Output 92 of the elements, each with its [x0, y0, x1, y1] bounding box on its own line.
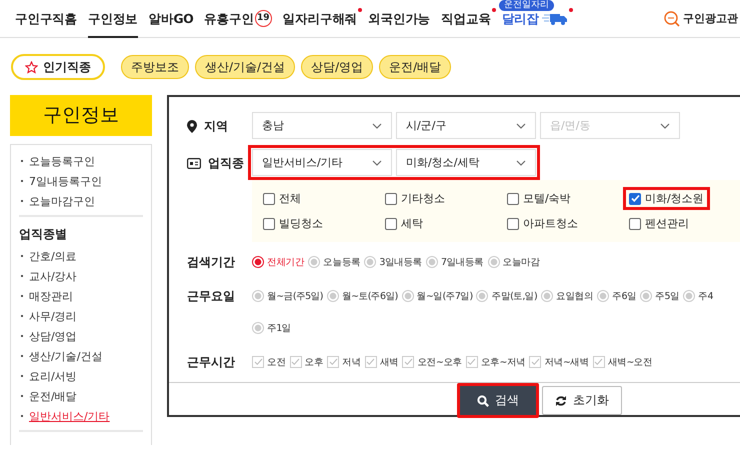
check-icon — [467, 358, 476, 366]
checkbox-option[interactable]: 오전~오후 — [402, 348, 462, 376]
check-icon — [291, 358, 300, 366]
nav-tab[interactable]: 일자리구해줘 — [282, 10, 358, 38]
sidebar-link[interactable]: 오늘마감구인 — [29, 194, 95, 208]
sidebar-link[interactable]: 상담/영업 — [29, 328, 77, 344]
checkbox-option[interactable]: 세탁 — [379, 212, 429, 235]
checkbox-option[interactable]: 오후 — [290, 348, 324, 376]
star-icon — [25, 60, 38, 74]
nav-tab[interactable]: 구인구직홈 — [15, 10, 78, 38]
radio-option[interactable]: 월~일(주7일) — [402, 282, 472, 310]
dropdown[interactable]: 일반서비스/기타 — [252, 149, 392, 176]
sidebar-title: 구인정보 — [10, 95, 152, 136]
search-icon — [477, 394, 489, 406]
ad-manage-link[interactable]: 구인광고관 — [683, 11, 738, 26]
refresh-icon — [555, 394, 567, 406]
sidebar-link[interactable]: 일반서비스/기타 — [29, 408, 110, 424]
checkbox-option[interactable]: 모텔/숙박 — [501, 187, 577, 210]
checkbox-option[interactable]: 전체 — [257, 187, 307, 210]
checkbox-option[interactable]: 오후~저녁 — [466, 348, 526, 376]
search-button[interactable]: 검색 — [457, 383, 539, 418]
checkbox-option[interactable]: 새벽~오전 — [592, 348, 652, 376]
radio-option[interactable]: 요일협의 — [541, 282, 594, 310]
radio-option[interactable]: 전체기간 — [252, 248, 304, 276]
check-icon — [366, 358, 376, 366]
check-icon — [594, 358, 604, 366]
radio-option[interactable]: 7일내등록 — [426, 248, 484, 276]
checkbox-option[interactable]: 미화/청소원 — [623, 187, 710, 210]
sidebar-link[interactable]: 매장관리 — [29, 288, 73, 304]
radio-option[interactable]: 주5일 — [640, 282, 680, 310]
check-icon — [630, 194, 640, 203]
promo-tag: 운전일자리 — [498, 0, 554, 10]
location-pin-icon — [187, 120, 197, 132]
checkbox-option[interactable]: 아파트청소 — [501, 212, 584, 235]
radio-option[interactable]: 3일내등록 — [364, 248, 422, 276]
nav-tab[interactable]: 외국인가능 — [368, 10, 430, 38]
checkbox-option[interactable]: 기타청소 — [379, 187, 451, 210]
dropdown[interactable]: 미화/청소/세탁 — [396, 149, 536, 176]
radio-option[interactable]: 월~금(주5일) — [252, 282, 323, 310]
sidebar-link[interactable]: 오늘등록구인 — [29, 154, 95, 168]
field-label: 검색기간 — [187, 254, 235, 270]
check-icon — [404, 358, 413, 366]
checkbox-option[interactable]: 펜션관리 — [623, 212, 695, 235]
sidebar-link[interactable]: 운전/배달 — [29, 388, 77, 404]
radio-option[interactable]: 주4 — [683, 282, 713, 310]
chevron-down-icon — [372, 160, 382, 166]
age-badge: 19 — [254, 10, 272, 27]
radio-option[interactable]: 주6일 — [597, 282, 636, 310]
radio-option[interactable]: 월~토(주6일) — [326, 282, 398, 310]
sidebar-link[interactable]: 생산/기술/건설 — [29, 348, 102, 364]
sidebar-link[interactable]: 교사/강사 — [29, 268, 77, 284]
nav-tab[interactable]: 달리잡 — [502, 10, 539, 38]
checkbox-option[interactable]: 새벽 — [364, 348, 398, 376]
checkbox-option[interactable]: 빌딩청소 — [257, 212, 329, 235]
field-label: 지역 — [204, 118, 228, 134]
field-label: 근무시간 — [187, 354, 235, 370]
sidebar-link[interactable]: 요리/서빙 — [29, 368, 77, 384]
nav-tab[interactable]: 알바GO — [148, 10, 194, 38]
sidebar-link[interactable]: 간호/의료 — [29, 248, 77, 264]
field-label: 근무요일 — [187, 288, 235, 304]
job-chip[interactable]: 생산/기술/건설 — [195, 55, 296, 79]
dropdown[interactable]: 시/군/구 — [396, 112, 536, 139]
sidebar-link[interactable]: 7일내등록구인 — [29, 174, 102, 188]
popular-jobs-button[interactable]: 인기직종 — [11, 54, 105, 80]
job-chip[interactable]: 운전/배달 — [379, 55, 452, 79]
truck-icon — [542, 12, 568, 26]
job-search-icon — [664, 10, 680, 26]
radio-option[interactable]: 오늘등록 — [308, 248, 360, 276]
check-icon — [530, 358, 540, 366]
radio-option[interactable]: 오늘마감 — [488, 248, 540, 276]
sidebar-link[interactable]: 사무/경리 — [29, 308, 77, 324]
field-label: 업직종 — [208, 154, 244, 172]
dropdown[interactable]: 충남 — [252, 112, 392, 139]
job-chip[interactable]: 상담/영업 — [301, 55, 374, 79]
nav-tab[interactable]: 직업교육 — [441, 10, 491, 38]
nav-tab[interactable]: 구인정보 — [88, 10, 138, 38]
checkbox-option[interactable]: 저녁~새벽 — [529, 348, 589, 376]
chevron-down-icon — [516, 160, 526, 166]
checkbox-option[interactable]: 오전 — [252, 348, 286, 376]
chevron-down-icon — [660, 122, 670, 128]
nav-tab[interactable]: 유흥구인 — [204, 10, 254, 38]
check-icon — [328, 358, 338, 366]
reset-button[interactable]: 초기화 — [542, 386, 622, 415]
chevron-down-icon — [516, 122, 526, 128]
id-card-icon — [187, 158, 201, 168]
section-heading: 업직종별 — [19, 226, 68, 243]
check-icon — [254, 358, 262, 366]
chevron-down-icon — [372, 122, 382, 128]
job-chip[interactable]: 주방보조 — [121, 55, 189, 79]
radio-option[interactable]: 주말(토,일) — [476, 282, 538, 310]
checkbox-option[interactable]: 저녁 — [327, 348, 361, 376]
radio-option[interactable]: 주1일 — [252, 314, 291, 342]
